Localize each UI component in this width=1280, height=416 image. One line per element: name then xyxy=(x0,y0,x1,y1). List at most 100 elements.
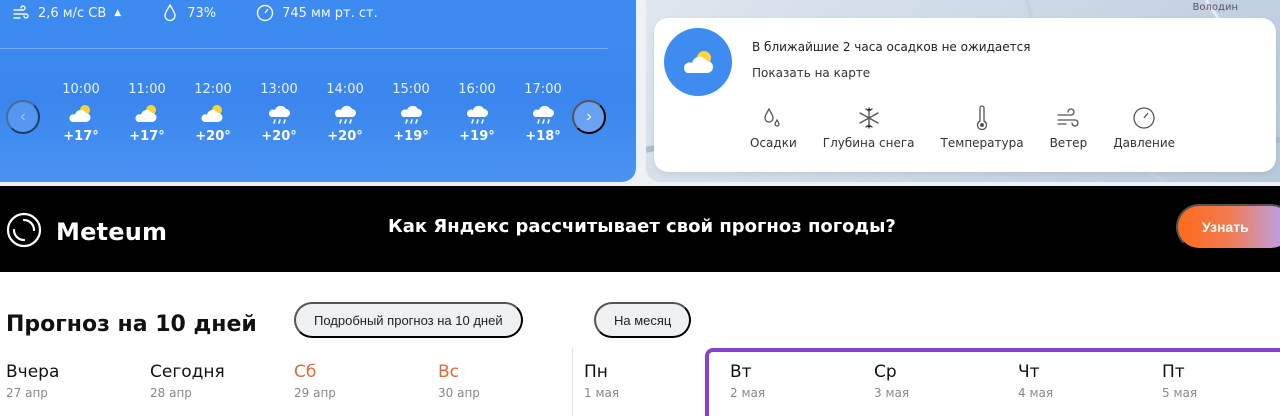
hour-temperature: +17° xyxy=(63,129,99,144)
hour-temperature: +20° xyxy=(195,129,231,144)
wind-metric: 2,6 м/с СВ ▲ xyxy=(12,4,121,22)
divider xyxy=(0,48,608,49)
precipitation-card: В ближайшие 2 часа осадков не ожидается … xyxy=(654,18,1276,172)
hour-time: 10:00 xyxy=(62,82,100,97)
hour-item: 16:00 +19° xyxy=(444,82,510,144)
map-layer-thermometer[interactable]: Температура xyxy=(941,104,1024,150)
banner-question: Как Яндекс рассчитывает свой прогноз пог… xyxy=(388,216,896,237)
chevron-right-icon: › xyxy=(586,108,592,125)
scroll-right-button[interactable]: › xyxy=(572,100,606,134)
map-layer-label: Температура xyxy=(940,136,1024,150)
day-name: Вс xyxy=(438,362,460,382)
month-forecast-button[interactable]: На месяц xyxy=(594,302,692,338)
partly-cloudy-icon xyxy=(67,103,95,125)
day-column[interactable]: Пн 1 мая xyxy=(584,362,619,400)
hour-item: 17:00 +18° xyxy=(510,82,576,144)
day-date: 28 апр xyxy=(150,386,192,400)
thermometer-icon xyxy=(970,104,994,132)
day-date: 3 мая xyxy=(874,386,910,400)
meteum-logo: Meteum xyxy=(2,208,167,256)
hour-time: 16:00 xyxy=(458,82,496,97)
rain-cloud-icon xyxy=(397,103,425,125)
rain-cloud-icon xyxy=(265,103,293,125)
day-column[interactable]: Сегодня 28 апр xyxy=(150,362,225,400)
hour-item: 14:00 +20° xyxy=(312,82,378,144)
meteum-banner: Meteum Как Яндекс рассчитывает свой прог… xyxy=(0,186,1280,272)
map-layer-selector: Осадки Глубина снега Температура Ветер Давле… xyxy=(750,104,1201,150)
day-column[interactable]: Вс 30 апр xyxy=(438,362,480,400)
hour-temperature: +17° xyxy=(129,129,165,144)
day-name: Ср xyxy=(874,362,897,382)
meteum-logo-text: Meteum xyxy=(56,218,168,246)
hour-item: 11:00 +17° xyxy=(114,82,180,144)
show-on-map-link[interactable]: Показать на карте xyxy=(752,66,870,80)
hour-time: 12:00 xyxy=(194,82,232,97)
partly-cloudy-icon xyxy=(199,103,227,125)
map-layer-label: Глубина снега xyxy=(822,136,915,150)
day-name: Пт xyxy=(1162,362,1185,382)
today-divider xyxy=(572,348,573,416)
day-column[interactable]: Чт 4 мая xyxy=(1018,362,1053,400)
forecast-title: Прогноз на 10 дней xyxy=(6,312,257,337)
hour-time: 15:00 xyxy=(392,82,430,97)
humidity-metric: 73% xyxy=(161,4,216,22)
map-layer-snowflake[interactable]: Глубина снега xyxy=(823,104,915,150)
gauge-icon xyxy=(256,4,274,22)
precipitation-icon xyxy=(761,104,785,132)
map-layer-wind[interactable]: Ветер xyxy=(1049,104,1088,150)
precipitation-map[interactable]: Володин В ближайшие 2 часа осадков не ож… xyxy=(646,0,1280,182)
day-name: Вчера xyxy=(6,362,60,382)
day-date: 2 мая xyxy=(730,386,766,400)
day-date: 1 мая xyxy=(584,386,620,400)
pressure-value: 745 мм рт. ст. xyxy=(282,5,378,21)
hour-temperature: +20° xyxy=(327,129,363,144)
hour-time: 14:00 xyxy=(326,82,364,97)
hour-time: 13:00 xyxy=(260,82,298,97)
map-city-label: Володин xyxy=(1192,2,1238,13)
day-column[interactable]: Сб 29 апр xyxy=(294,362,336,400)
current-metrics: 2,6 м/с СВ ▲ 73% 745 мм рт. ст. xyxy=(12,4,378,22)
hour-time: 17:00 xyxy=(524,82,562,97)
day-date: 4 мая xyxy=(1018,386,1054,400)
hour-time: 11:00 xyxy=(128,82,166,97)
scroll-left-button[interactable]: ‹ xyxy=(6,100,40,134)
map-layer-precipitation[interactable]: Осадки xyxy=(750,104,797,150)
day-column[interactable]: Пт 5 мая xyxy=(1162,362,1197,400)
chevron-left-icon: ‹ xyxy=(20,108,26,125)
partly-cloudy-icon xyxy=(664,28,732,96)
meteum-swirl-icon xyxy=(2,208,46,256)
day-date: 27 апр xyxy=(6,386,48,400)
hourly-forecast-panel: 2,6 м/с СВ ▲ 73% 745 мм рт. ст. ‹ 10:00 +… xyxy=(0,0,636,182)
precipitation-forecast-text: В ближайшие 2 часа осадков не ожидается xyxy=(752,40,1031,54)
hourly-list: 10:00 +17° 11:00 +17° 12:00 +20° 13:00 +20° 14:0… xyxy=(48,82,576,144)
pressure-metric: 745 мм рт. ст. xyxy=(256,4,378,22)
hour-item: 13:00 +20° xyxy=(246,82,312,144)
day-date: 5 мая xyxy=(1162,386,1198,400)
snowflake-icon xyxy=(857,104,881,132)
map-layer-label: Давление xyxy=(1113,136,1176,150)
day-column[interactable]: Ср 3 мая xyxy=(874,362,909,400)
day-name: Чт xyxy=(1018,362,1040,382)
weather-page: 2,6 м/с СВ ▲ 73% 745 мм рт. ст. ‹ 10:00 +… xyxy=(0,0,1280,416)
wind-icon xyxy=(1056,104,1080,132)
map-layer-label: Осадки xyxy=(750,136,797,150)
day-date: 29 апр xyxy=(294,386,336,400)
day-name: Сегодня xyxy=(150,362,225,382)
day-column[interactable]: Вчера 27 апр xyxy=(6,362,59,400)
wind-icon xyxy=(12,4,30,22)
ten-day-forecast: Прогноз на 10 дней Подробный прогноз на … xyxy=(0,272,1280,416)
day-column[interactable]: Вт 2 мая xyxy=(730,362,765,400)
days-row: Вчера 27 апр Сегодня 28 апр Сб 29 апр Вс 30 апр… xyxy=(0,348,1280,416)
detailed-forecast-button[interactable]: Подробный прогноз на 10 дней xyxy=(294,302,523,338)
map-layer-pressure[interactable]: Давление xyxy=(1113,104,1175,150)
hour-item: 10:00 +17° xyxy=(48,82,114,144)
pressure-icon xyxy=(1132,104,1156,132)
hour-item: 12:00 +20° xyxy=(180,82,246,144)
rain-cloud-icon xyxy=(463,103,491,125)
partly-cloudy-icon xyxy=(133,103,161,125)
rain-cloud-icon xyxy=(529,103,557,125)
learn-more-button[interactable]: Узнать xyxy=(1176,204,1280,250)
map-layer-label: Ветер xyxy=(1049,136,1088,150)
day-name: Вт xyxy=(730,362,752,382)
day-date: 30 апр xyxy=(438,386,480,400)
